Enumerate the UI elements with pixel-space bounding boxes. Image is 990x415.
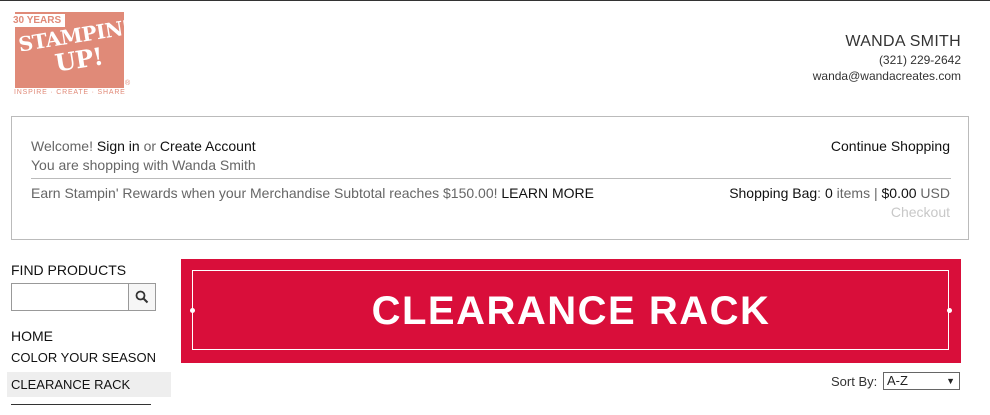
sort-selected-value: A-Z: [887, 373, 908, 388]
learn-more-link[interactable]: LEARN MORE: [501, 185, 594, 201]
welcome-line: Welcome! Sign in or Create Account: [31, 137, 256, 155]
sign-in-link[interactable]: Sign in: [97, 138, 140, 154]
nav-color-your-season[interactable]: COLOR YOUR SEASON: [11, 349, 156, 367]
clearance-rack-banner: CLEARANCE RACK: [181, 259, 961, 363]
sort-by-label: Sort By:: [831, 374, 878, 389]
rewards-line: Earn Stampin' Rewards when your Merchand…: [31, 184, 594, 202]
sort-select[interactable]: A-Z ▼: [883, 372, 960, 390]
stampin-up-logo[interactable]: 30 YEARS STAMPIN' UP! ® INSPIRE · CREATE…: [8, 8, 133, 100]
nav-clearance-rack[interactable]: CLEARANCE RACK: [11, 376, 130, 394]
or-text: or: [139, 138, 160, 154]
top-border: [0, 0, 990, 1]
logo-tagline: INSPIRE · CREATE · SHARE: [14, 89, 126, 96]
product-search-input[interactable]: [11, 283, 129, 311]
create-account-link[interactable]: Create Account: [160, 138, 256, 154]
contact-email[interactable]: wanda@wandacreates.com: [813, 68, 961, 84]
search-icon: [135, 290, 149, 304]
bag-total: $0.00: [881, 185, 917, 201]
shopping-bag-label[interactable]: Shopping Bag: [729, 185, 817, 201]
dropdown-arrow-icon: ▼: [946, 376, 955, 386]
sidebar-divider: [11, 404, 151, 405]
nav-home[interactable]: HOME: [11, 327, 53, 345]
welcome-text: Welcome!: [31, 138, 97, 154]
demonstrator-contact: WANDA SMITH (321) 229-2642 wanda@wandacr…: [813, 32, 961, 84]
shopping-bag-summary[interactable]: Shopping Bag: 0 items | $0.00 USD: [729, 184, 950, 202]
bag-items-text: items |: [832, 185, 882, 201]
banner-title: CLEARANCE RACK: [371, 289, 771, 333]
bag-count: 0: [824, 185, 833, 201]
rewards-text: Earn Stampin' Rewards when your Merchand…: [31, 185, 502, 201]
bag-currency: USD: [916, 185, 950, 201]
logo-years: 30 YEARS: [9, 14, 66, 27]
account-panel: Welcome! Sign in or Create Account You a…: [11, 116, 969, 240]
logo-word-up: UP!: [52, 41, 105, 78]
find-products-heading: FIND PRODUCTS: [11, 262, 127, 278]
account-divider: [31, 178, 951, 179]
continue-shopping-link[interactable]: Continue Shopping: [831, 137, 950, 155]
checkout-button[interactable]: Checkout: [891, 203, 950, 221]
shopping-with-text: You are shopping with Wanda Smith: [31, 157, 256, 173]
search-button[interactable]: [128, 283, 156, 311]
logo-registered-mark: ®: [125, 80, 131, 87]
bag-colon: :: [817, 185, 825, 201]
contact-phone: (321) 229-2642: [878, 53, 961, 67]
contact-name: WANDA SMITH: [845, 33, 961, 50]
